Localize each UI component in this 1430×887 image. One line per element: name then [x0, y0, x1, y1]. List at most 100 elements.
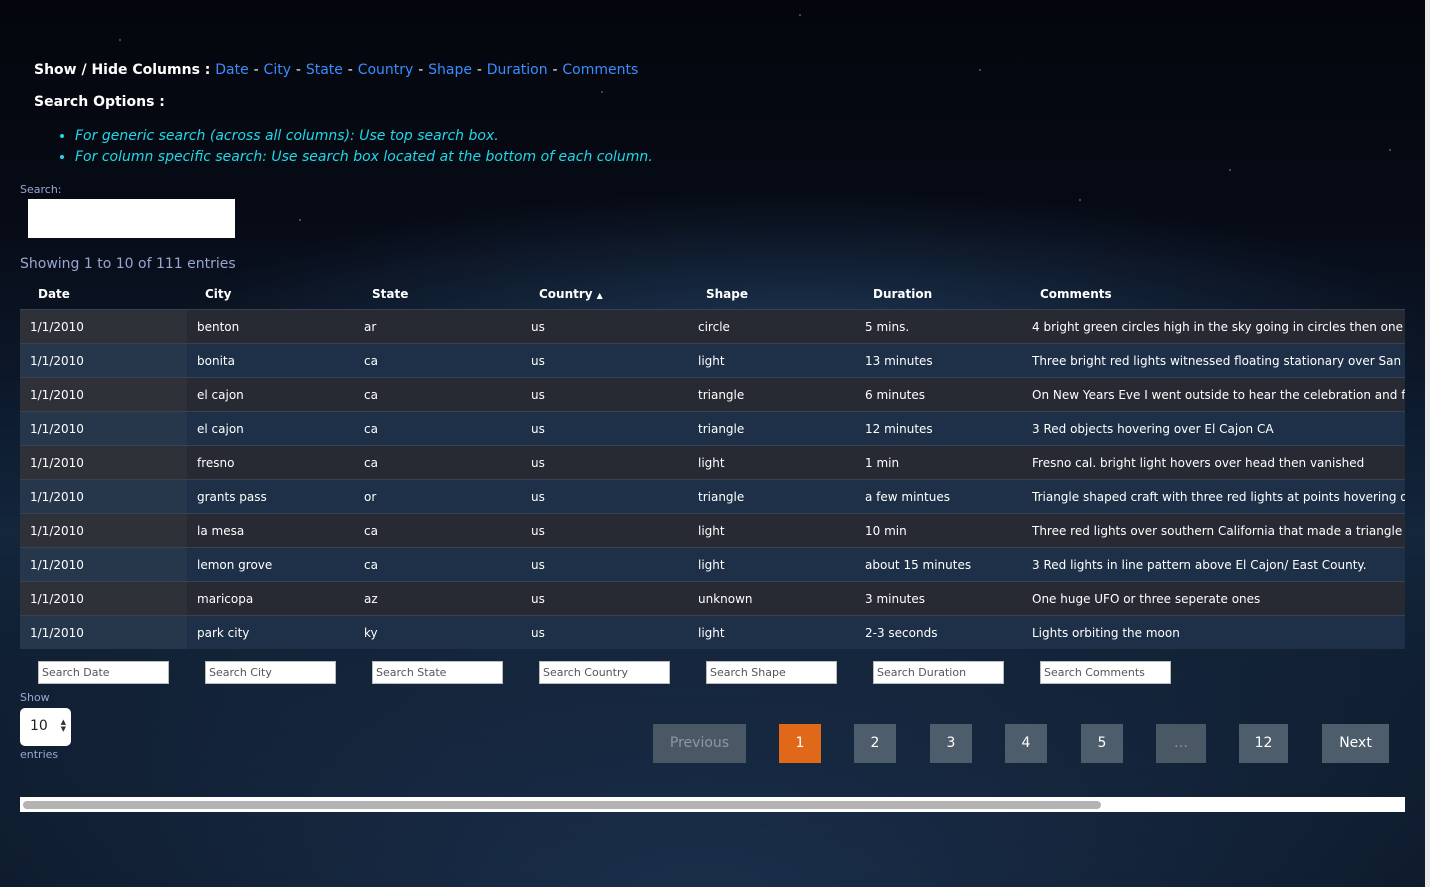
separator: - — [347, 62, 353, 78]
page-button-5[interactable]: 5 — [1081, 724, 1123, 763]
search-tips-list: For generic search (across all columns):… — [58, 126, 653, 168]
cell-date: 1/1/2010 — [20, 479, 187, 514]
cell-date: 1/1/2010 — [20, 445, 187, 480]
table-row: 1/1/2010 fresno ca us light 1 min Fresno cal. … — [20, 445, 1405, 480]
cell-shape: light — [688, 343, 855, 378]
cell-shape: triangle — [688, 479, 855, 514]
cell-country: us — [521, 377, 688, 412]
global-search-input[interactable] — [28, 199, 235, 238]
search-shape-input[interactable] — [706, 661, 837, 684]
table-row: 1/1/2010 maricopa az us unknown 3 minutes One … — [20, 581, 1405, 616]
toggle-duration-column[interactable]: Duration — [487, 62, 548, 78]
cell-state: ca — [354, 377, 521, 412]
cell-country: us — [521, 581, 688, 616]
separator: - — [295, 62, 301, 78]
cell-city: el cajon — [187, 377, 354, 412]
cell-date: 1/1/2010 — [20, 513, 187, 548]
toggle-state-column[interactable]: State — [306, 62, 343, 78]
search-duration-input[interactable] — [873, 661, 1004, 684]
scrollbar-thumb[interactable] — [23, 801, 1101, 809]
cell-duration: 6 minutes — [855, 377, 1022, 412]
cell-state: ky — [354, 615, 521, 649]
cell-duration: 5 mins. — [855, 309, 1022, 344]
separator: - — [418, 62, 424, 78]
cell-country: us — [521, 445, 688, 480]
search-label: Search: — [20, 183, 62, 196]
cell-city: fresno — [187, 445, 354, 480]
cell-duration: 2-3 seconds — [855, 615, 1022, 649]
cell-duration: about 15 minutes — [855, 547, 1022, 582]
cell-shape: light — [688, 615, 855, 649]
cell-country: us — [521, 343, 688, 378]
toggle-date-column[interactable]: Date — [215, 62, 248, 78]
sightings-table: Date City State Country ▲ Shape Duration … — [20, 279, 1405, 649]
cell-comments: Fresno cal. bright light hovers over hea… — [1022, 445, 1405, 480]
cell-date: 1/1/2010 — [20, 377, 187, 412]
table-row: 1/1/2010 el cajon ca us triangle 12 minutes 3 … — [20, 411, 1405, 446]
cell-duration: 3 minutes — [855, 581, 1022, 616]
cell-city: el cajon — [187, 411, 354, 446]
separator: - — [476, 62, 482, 78]
table-info: Showing 1 to 10 of 111 entries — [20, 256, 236, 272]
table-row: 1/1/2010 bonita ca us light 13 minutes Three b… — [20, 343, 1405, 378]
cell-date: 1/1/2010 — [20, 309, 187, 344]
cell-shape: circle — [688, 309, 855, 344]
cell-state: or — [354, 479, 521, 514]
column-visibility-label: Show / Hide Columns : — [34, 62, 211, 78]
page-button-1[interactable]: 1 — [779, 724, 821, 763]
cell-city: grants pass — [187, 479, 354, 514]
column-header-comments[interactable]: Comments — [1022, 279, 1405, 310]
cell-country: us — [521, 411, 688, 446]
search-date-input[interactable] — [38, 661, 169, 684]
cell-comments: One huge UFO or three seperate ones — [1022, 581, 1405, 616]
cell-date: 1/1/2010 — [20, 547, 187, 582]
page-length-select[interactable]: 10 ▲ ▼ — [20, 708, 71, 746]
page-button-12[interactable]: 12 — [1239, 724, 1288, 763]
search-tip-generic: For generic search (across all columns):… — [75, 126, 653, 147]
cell-date: 1/1/2010 — [20, 581, 187, 616]
cell-duration: 13 minutes — [855, 343, 1022, 378]
cell-duration: 12 minutes — [855, 411, 1022, 446]
cell-city: park city — [187, 615, 354, 649]
cell-country: us — [521, 513, 688, 548]
search-comments-input[interactable] — [1040, 661, 1171, 684]
toggle-city-column[interactable]: City — [264, 62, 291, 78]
cell-city: bonita — [187, 343, 354, 378]
toggle-country-column[interactable]: Country — [358, 62, 414, 78]
table-row: 1/1/2010 park city ky us light 2-3 seconds Lig… — [20, 615, 1405, 649]
column-header-duration[interactable]: Duration — [855, 279, 1022, 310]
column-header-state[interactable]: State — [354, 279, 521, 310]
cell-date: 1/1/2010 — [20, 411, 187, 446]
stepper-arrows-icon: ▲ ▼ — [60, 718, 66, 733]
previous-page-button[interactable]: Previous — [653, 724, 746, 763]
page-button-3[interactable]: 3 — [930, 724, 972, 763]
table-row: 1/1/2010 grants pass or us triangle a few min… — [20, 479, 1405, 514]
search-country-input[interactable] — [539, 661, 670, 684]
page-button-2[interactable]: 2 — [854, 724, 896, 763]
toggle-comments-column[interactable]: Comments — [562, 62, 638, 78]
cell-comments: Lights orbiting the moon — [1022, 615, 1405, 649]
toggle-shape-column[interactable]: Shape — [428, 62, 472, 78]
cell-shape: unknown — [688, 581, 855, 616]
table-header-row: Date City State Country ▲ Shape Duration … — [20, 279, 1405, 310]
column-header-country[interactable]: Country ▲ — [521, 279, 688, 310]
next-page-button[interactable]: Next — [1322, 724, 1389, 763]
search-state-input[interactable] — [372, 661, 503, 684]
column-header-date[interactable]: Date — [20, 279, 187, 310]
cell-state: ca — [354, 343, 521, 378]
cell-shape: light — [688, 445, 855, 480]
window-edge — [1425, 0, 1430, 887]
column-header-city[interactable]: City — [187, 279, 354, 310]
page-button-4[interactable]: 4 — [1005, 724, 1047, 763]
page-ellipsis: … — [1156, 724, 1206, 763]
cell-state: ar — [354, 309, 521, 344]
search-options-heading: Search Options : — [34, 94, 165, 110]
cell-comments: Triangle shaped craft with three red lig… — [1022, 479, 1405, 514]
search-city-input[interactable] — [205, 661, 336, 684]
column-header-shape[interactable]: Shape — [688, 279, 855, 310]
page-length-value: 10 — [30, 718, 48, 734]
cell-duration: a few mintues — [855, 479, 1022, 514]
horizontal-scrollbar[interactable] — [20, 797, 1405, 812]
cell-comments: 4 bright green circles high in the sky g… — [1022, 309, 1405, 344]
cell-shape: triangle — [688, 411, 855, 446]
